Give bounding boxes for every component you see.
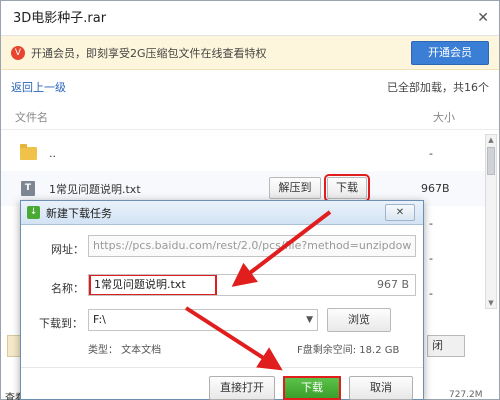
dialog-close-button[interactable]: ✕ (385, 204, 415, 221)
vip-icon: V (11, 45, 25, 60)
file-size-value: 967 B (376, 278, 409, 291)
row-download-button[interactable]: 下载 (324, 174, 370, 202)
name-label: 名称： (51, 282, 84, 295)
nav-row: 返回上一级 已全部加载，共16个 (1, 70, 499, 104)
file-size: 967B (421, 182, 450, 195)
file-size: - (429, 252, 433, 265)
viewer-title-bar: 3D电影种子.rar ✕ (1, 1, 499, 36)
column-size: 大小 (433, 110, 455, 124)
promo-text: 开通会员，即刻享受2G压缩包文件在线查看特权 (31, 46, 267, 60)
list-scrollbar[interactable]: ▲ ▼ (485, 134, 497, 309)
url-label: 网址： (51, 243, 84, 256)
folder-icon (20, 144, 37, 160)
new-download-dialog: ↓ 新建下载任务 ✕ 网址： https://pcs.baidu.com/res… (20, 200, 424, 400)
url-field[interactable]: https://pcs.baidu.com/rest/2.0/pcs/file?… (88, 235, 416, 257)
file-list-header: 文件名 大小 (1, 104, 499, 130)
file-name: 1常见问题说明.txt (49, 182, 141, 196)
list-item-parent[interactable]: .. - (1, 136, 485, 171)
browse-button[interactable]: 浏览 (327, 308, 391, 332)
download-arrow-icon: ↓ (27, 206, 40, 219)
footer-size-label: 727.2M (449, 390, 483, 400)
file-size: - (429, 287, 433, 300)
download-button[interactable]: 下载 (283, 376, 341, 400)
extract-to-button[interactable]: 解压到 (269, 177, 321, 199)
file-name-value: 1常见问题说明.txt (89, 275, 217, 295)
back-up-link[interactable]: 返回上一级 (11, 79, 66, 95)
load-status: 已全部加载，共16个 (387, 81, 489, 94)
name-field[interactable]: 1常见问题说明.txt 967 B (88, 274, 416, 296)
file-type-text: 类型： 文本文档 (88, 345, 162, 356)
file-name: .. (49, 147, 56, 160)
dialog-divider (21, 367, 423, 368)
scroll-up-icon[interactable]: ▲ (486, 135, 496, 145)
scroll-down-icon[interactable]: ▼ (486, 298, 496, 308)
chevron-down-icon: ▼ (306, 315, 313, 325)
vip-promo-banner: V 开通会员，即刻享受2G压缩包文件在线查看特权 开通会员 (1, 36, 499, 70)
close-icon[interactable]: ✕ (477, 1, 489, 36)
file-size: - (429, 147, 433, 160)
open-directly-button[interactable]: 直接打开 (209, 376, 275, 400)
free-space-text: F盘剩余空间: 18.2 GB (297, 345, 400, 356)
dialog-title-bar: ↓ 新建下载任务 ✕ (21, 201, 423, 225)
text-file-icon: T (21, 181, 35, 196)
cancel-button[interactable]: 取消 (349, 376, 413, 400)
file-size: - (429, 217, 433, 230)
open-vip-button[interactable]: 开通会员 (411, 41, 489, 65)
column-name: 文件名 (15, 110, 48, 124)
close-button-partial[interactable]: 闭 (427, 335, 465, 357)
dialog-title: 新建下载任务 (46, 206, 112, 220)
scroll-thumb[interactable] (487, 147, 495, 175)
save-to-label: 下载到： (39, 317, 83, 330)
save-path-select[interactable]: F:\ ▼ (88, 309, 318, 331)
save-path-value: F:\ (93, 313, 106, 326)
viewer-title: 3D电影种子.rar (13, 11, 107, 26)
